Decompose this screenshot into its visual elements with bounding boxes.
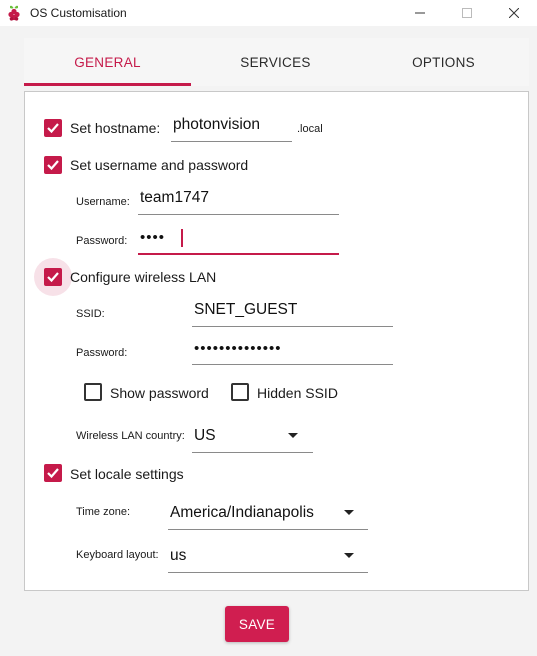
set-hostname-checkbox[interactable] — [44, 119, 62, 137]
set-username-password-label: Set username and password — [70, 157, 249, 173]
configure-wireless-lan-label: Configure wireless LAN — [70, 269, 217, 285]
wireless-lan-country-value: US — [194, 427, 216, 444]
wireless-lan-country-dropdown[interactable]: US — [192, 422, 313, 453]
chevron-down-icon — [344, 510, 354, 515]
minimize-button[interactable] — [397, 0, 443, 26]
chevron-down-icon — [288, 433, 298, 438]
hostname-value: photonvision — [173, 116, 261, 133]
user-password-value: •••• — [140, 229, 166, 246]
maximize-icon — [462, 8, 472, 18]
hidden-ssid-label: Hidden SSID — [257, 385, 338, 401]
configure-wireless-lan-checkbox[interactable] — [44, 268, 62, 286]
window-title: OS Customisation — [30, 6, 127, 20]
maximize-button[interactable] — [444, 0, 490, 26]
general-settings-panel: Set hostname: photonvision .local Set us… — [24, 91, 529, 591]
show-password-label: Show password — [110, 385, 209, 401]
tab-options[interactable]: OPTIONS — [360, 38, 527, 86]
set-hostname-label: Set hostname: — [70, 120, 161, 136]
active-tab-indicator — [24, 83, 191, 86]
chevron-down-icon — [344, 553, 354, 558]
checkmark-icon — [47, 468, 59, 479]
username-value: team1747 — [140, 189, 209, 206]
tab-services[interactable]: SERVICES — [192, 38, 359, 86]
keyboard-layout-dropdown[interactable]: us — [168, 542, 368, 573]
keyboard-layout-label: Keyboard layout: — [76, 549, 159, 561]
save-button[interactable]: SAVE — [225, 606, 289, 642]
raspberry-pi-logo-icon — [6, 4, 22, 22]
ssid-input[interactable]: SNET_GUEST — [192, 296, 393, 327]
checkmark-icon — [47, 123, 59, 134]
set-username-password-checkbox[interactable] — [44, 156, 62, 174]
username-input[interactable]: team1747 — [138, 184, 339, 215]
set-locale-settings-checkbox[interactable] — [44, 464, 62, 482]
checkmark-icon — [47, 272, 59, 283]
tab-bar: GENERAL SERVICES OPTIONS — [24, 38, 529, 86]
time-zone-dropdown[interactable]: America/Indianapolis — [168, 498, 368, 530]
show-password-checkbox[interactable] — [84, 383, 102, 401]
set-locale-settings-label: Set locale settings — [70, 466, 184, 482]
tab-general[interactable]: GENERAL — [24, 38, 191, 86]
ssid-value: SNET_GUEST — [194, 301, 298, 318]
checkmark-icon — [47, 160, 59, 171]
time-zone-label: Time zone: — [76, 506, 131, 518]
text-cursor — [181, 229, 183, 247]
close-icon — [509, 8, 519, 18]
hostname-input[interactable]: photonvision — [171, 112, 292, 142]
ssid-label: SSID: — [76, 308, 105, 320]
minimize-icon — [415, 12, 425, 14]
time-zone-value: America/Indianapolis — [170, 504, 314, 521]
wireless-lan-country-label: Wireless LAN country: — [76, 430, 185, 442]
hidden-ssid-checkbox[interactable] — [231, 383, 249, 401]
wifi-password-label: Password: — [76, 347, 128, 359]
username-label: Username: — [76, 196, 130, 208]
user-password-label: Password: — [76, 235, 128, 247]
close-button[interactable] — [491, 0, 537, 26]
wifi-password-value: •••••••••••••• — [194, 340, 282, 357]
keyboard-layout-value: us — [170, 547, 187, 564]
wifi-password-input[interactable]: •••••••••••••• — [192, 335, 393, 365]
hostname-suffix: .local — [297, 123, 323, 135]
user-password-input[interactable]: •••• — [138, 223, 339, 255]
